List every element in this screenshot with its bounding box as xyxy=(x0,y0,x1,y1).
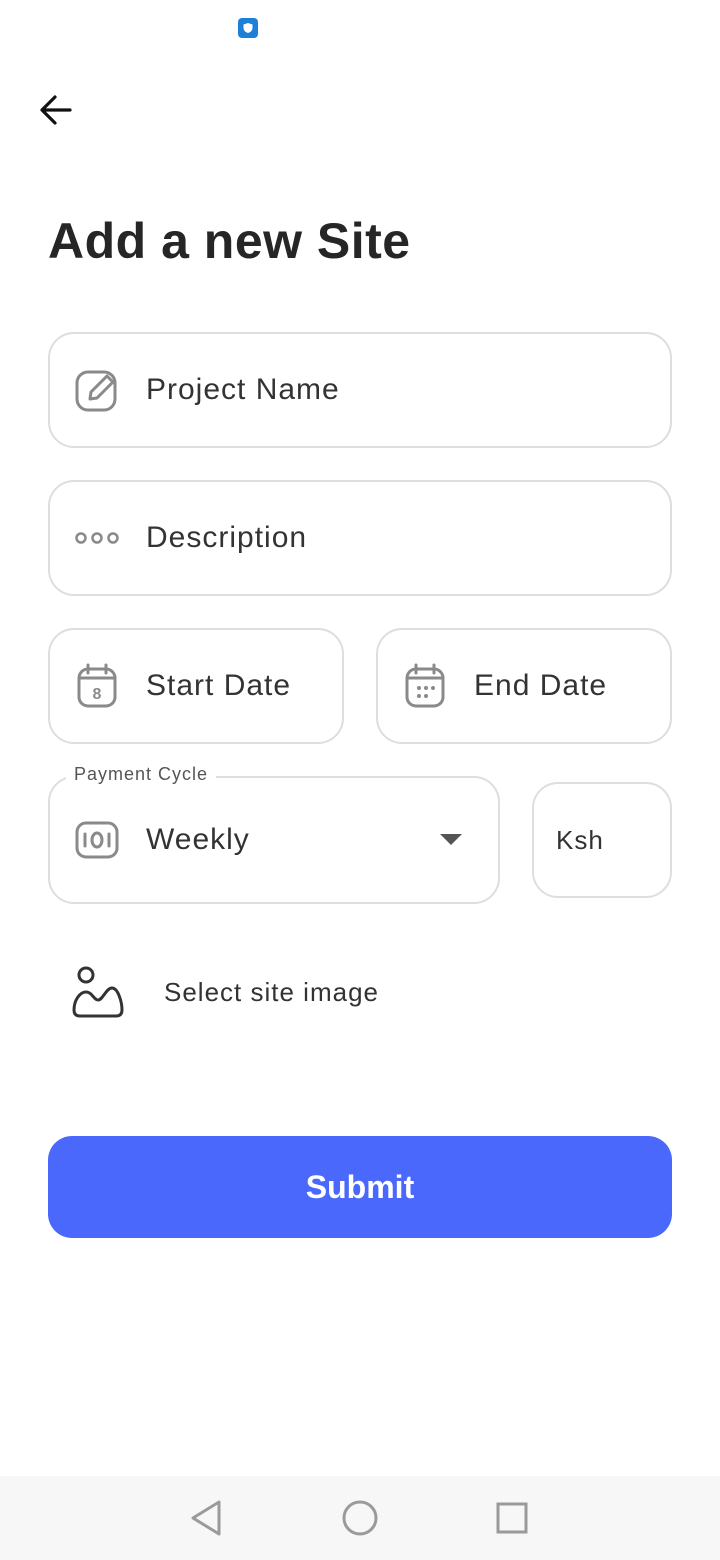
system-navigation-bar xyxy=(0,1476,720,1560)
calendar-icon xyxy=(402,663,448,709)
dropdown-caret-icon[interactable] xyxy=(440,834,462,845)
payment-cycle-select[interactable]: Weekly xyxy=(48,776,500,904)
payment-cycle-value: Weekly xyxy=(146,823,250,856)
image-icon xyxy=(70,964,126,1020)
description-placeholder: Description xyxy=(146,521,308,554)
calendar-day-number: 8 xyxy=(93,686,102,703)
edit-icon xyxy=(74,367,120,413)
select-site-image-label: Select site image xyxy=(164,976,379,1007)
project-name-field[interactable]: Project Name xyxy=(48,332,672,448)
status-shield-icon xyxy=(238,18,258,38)
nav-recents-icon[interactable] xyxy=(490,1496,534,1540)
dots-icon xyxy=(74,515,120,561)
end-date-field[interactable]: End Date xyxy=(376,628,672,744)
calendar-icon: 8 xyxy=(74,663,120,709)
start-date-field[interactable]: 8 Start Date xyxy=(48,628,344,744)
description-field[interactable]: Description xyxy=(48,480,672,596)
page-title: Add a new Site xyxy=(48,213,411,269)
money-icon xyxy=(74,817,120,863)
start-date-placeholder: Start Date xyxy=(146,669,292,702)
currency-value: Ksh xyxy=(556,824,604,855)
nav-back-icon[interactable] xyxy=(184,1496,228,1540)
currency-field[interactable]: Ksh xyxy=(532,782,672,898)
select-site-image-button[interactable]: Select site image xyxy=(70,960,470,1024)
back-button[interactable] xyxy=(30,84,82,136)
nav-home-icon[interactable] xyxy=(338,1496,382,1540)
submit-button[interactable]: Submit xyxy=(48,1136,672,1238)
project-name-placeholder: Project Name xyxy=(146,373,340,406)
payment-cycle-label: Payment Cycle xyxy=(66,764,217,785)
end-date-placeholder: End Date xyxy=(474,669,608,702)
arrow-left-icon xyxy=(40,95,72,125)
